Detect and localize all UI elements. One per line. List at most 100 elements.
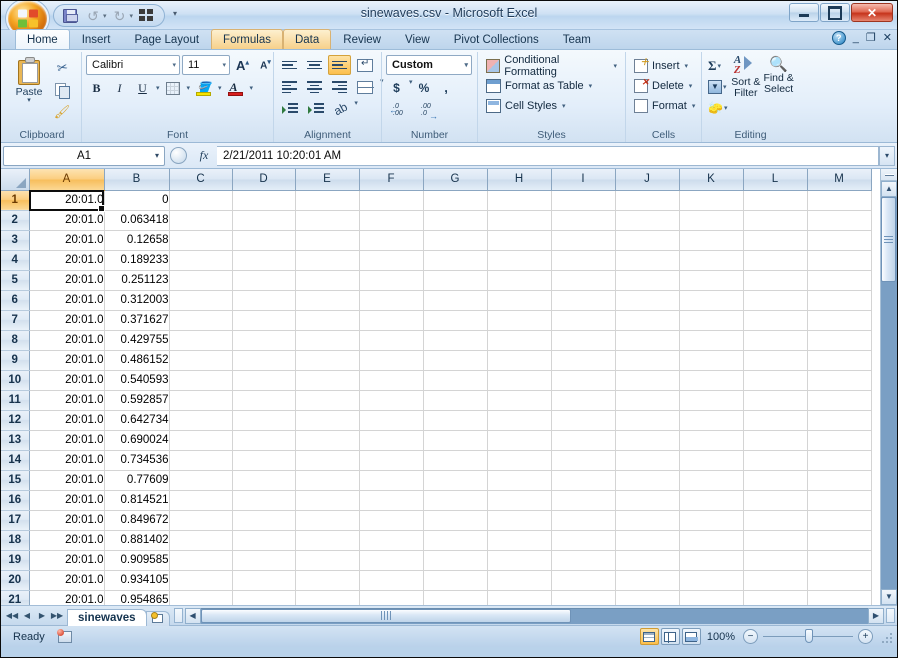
cell-F11[interactable] <box>359 390 423 410</box>
cell-G8[interactable] <box>423 330 487 350</box>
cell-L2[interactable] <box>743 210 807 230</box>
accounting-caret-icon[interactable]: ▾ <box>409 78 413 98</box>
row-header-4[interactable]: 4 <box>1 250 29 270</box>
row-header-7[interactable]: 7 <box>1 310 29 330</box>
first-sheet-button[interactable]: ◀◀ <box>5 608 19 623</box>
cell-E9[interactable] <box>295 350 359 370</box>
cell-L13[interactable] <box>743 430 807 450</box>
cell-I11[interactable] <box>551 390 615 410</box>
cell-C2[interactable] <box>169 210 232 230</box>
cell-L15[interactable] <box>743 470 807 490</box>
horizontal-split-handle-right[interactable] <box>886 608 895 623</box>
autosum-caret-icon[interactable]: ▾ <box>718 62 722 70</box>
chevron-down-icon[interactable]: ▾ <box>155 151 159 160</box>
cell-C11[interactable] <box>169 390 232 410</box>
cell-D15[interactable] <box>232 470 295 490</box>
cell-L18[interactable] <box>743 530 807 550</box>
cell-I13[interactable] <box>551 430 615 450</box>
cell-D16[interactable] <box>232 490 295 510</box>
row-header-13[interactable]: 13 <box>1 430 29 450</box>
cell-K2[interactable] <box>679 210 743 230</box>
orientation-button[interactable]: ab <box>330 99 351 119</box>
cell-D12[interactable] <box>232 410 295 430</box>
font-size-combo[interactable]: 11 ▾ <box>182 55 230 75</box>
cell-H2[interactable] <box>487 210 551 230</box>
redo-dropdown-caret[interactable]: ▾ <box>130 12 134 20</box>
cell-A13[interactable]: 20:01.0 <box>29 430 104 450</box>
accounting-format-button[interactable]: $ <box>386 78 407 98</box>
cell-M16[interactable] <box>807 490 871 510</box>
customize-qat-caret[interactable]: ▾ <box>173 9 177 18</box>
row-header-12[interactable]: 12 <box>1 410 29 430</box>
help-icon[interactable]: ? <box>832 31 846 45</box>
cell-B3[interactable]: 0.12658 <box>104 230 169 250</box>
cell-H5[interactable] <box>487 270 551 290</box>
cell-I21[interactable] <box>551 590 615 605</box>
sheet-tab-sinewaves[interactable]: sinewaves <box>67 609 147 626</box>
cell-C6[interactable] <box>169 290 232 310</box>
cell-G9[interactable] <box>423 350 487 370</box>
cell-K18[interactable] <box>679 530 743 550</box>
cell-F13[interactable] <box>359 430 423 450</box>
insert-worksheet-button[interactable] <box>146 611 170 626</box>
cell-L3[interactable] <box>743 230 807 250</box>
cell-B14[interactable]: 0.734536 <box>104 450 169 470</box>
horizontal-split-handle[interactable] <box>174 608 183 623</box>
cell-K10[interactable] <box>679 370 743 390</box>
grow-font-button[interactable]: A▴ <box>232 55 253 75</box>
column-header-e[interactable]: E <box>295 169 359 190</box>
cell-L16[interactable] <box>743 490 807 510</box>
cell-M9[interactable] <box>807 350 871 370</box>
cell-A2[interactable]: 20:01.0 <box>29 210 104 230</box>
cell-G19[interactable] <box>423 550 487 570</box>
vertical-scroll-thumb[interactable] <box>881 197 896 282</box>
cell-E10[interactable] <box>295 370 359 390</box>
cell-E2[interactable] <box>295 210 359 230</box>
copy-button[interactable] <box>51 80 73 100</box>
cell-B21[interactable]: 0.954865 <box>104 590 169 605</box>
cell-H3[interactable] <box>487 230 551 250</box>
save-button[interactable] <box>60 6 80 25</box>
cell-D4[interactable] <box>232 250 295 270</box>
redo-button[interactable]: ↻ <box>110 6 130 25</box>
cell-I1[interactable] <box>551 190 615 210</box>
cell-A3[interactable]: 20:01.0 <box>29 230 104 250</box>
column-header-d[interactable]: D <box>232 169 295 190</box>
borders-button[interactable] <box>162 78 184 98</box>
insert-function-button[interactable]: fx <box>191 146 217 166</box>
cell-E17[interactable] <box>295 510 359 530</box>
cell-A20[interactable]: 20:01.0 <box>29 570 104 590</box>
row-header-8[interactable]: 8 <box>1 330 29 350</box>
tab-formulas[interactable]: Formulas <box>211 29 283 49</box>
view-page-break-button[interactable] <box>682 628 701 645</box>
cell-H10[interactable] <box>487 370 551 390</box>
cell-D17[interactable] <box>232 510 295 530</box>
column-header-k[interactable]: K <box>679 169 743 190</box>
cell-I3[interactable] <box>551 230 615 250</box>
row-header-11[interactable]: 11 <box>1 390 29 410</box>
cell-F3[interactable] <box>359 230 423 250</box>
column-header-g[interactable]: G <box>423 169 487 190</box>
cell-D10[interactable] <box>232 370 295 390</box>
cell-J5[interactable] <box>615 270 679 290</box>
cell-A12[interactable]: 20:01.0 <box>29 410 104 430</box>
cell-A18[interactable]: 20:01.0 <box>29 530 104 550</box>
last-sheet-button[interactable]: ▶▶ <box>50 608 64 623</box>
cell-J20[interactable] <box>615 570 679 590</box>
column-header-j[interactable]: J <box>615 169 679 190</box>
cell-J15[interactable] <box>615 470 679 490</box>
row-header-9[interactable]: 9 <box>1 350 29 370</box>
borders-caret-icon[interactable]: ▾ <box>187 84 191 92</box>
fill-caret-icon[interactable]: ▾ <box>723 83 727 91</box>
cell-B18[interactable]: 0.881402 <box>104 530 169 550</box>
cell-I9[interactable] <box>551 350 615 370</box>
cell-D2[interactable] <box>232 210 295 230</box>
cell-J2[interactable] <box>615 210 679 230</box>
cell-H12[interactable] <box>487 410 551 430</box>
cell-F16[interactable] <box>359 490 423 510</box>
vertical-scrollbar[interactable]: ▲ ▼ <box>880 169 897 605</box>
cell-H17[interactable] <box>487 510 551 530</box>
next-sheet-button[interactable]: ▶ <box>35 608 49 623</box>
zoom-slider-track[interactable] <box>763 636 853 637</box>
cell-J21[interactable] <box>615 590 679 605</box>
